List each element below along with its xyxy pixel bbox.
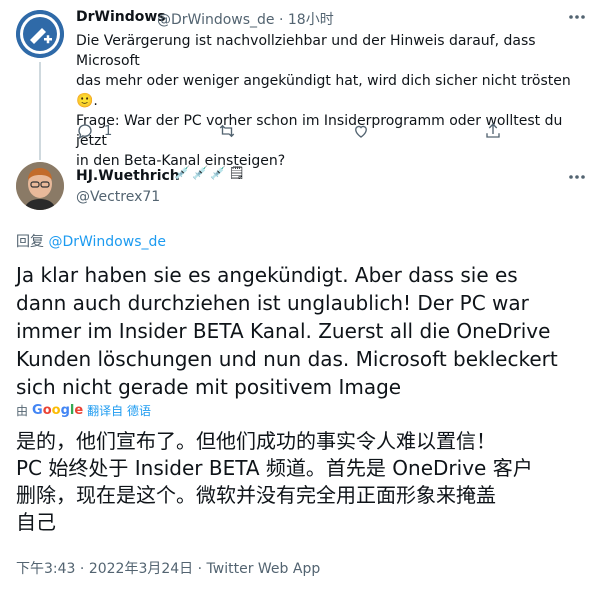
- thread-connector: [39, 62, 41, 160]
- share-icon: [486, 123, 500, 138]
- translate-source-link[interactable]: 翻译自 德语: [87, 402, 151, 419]
- reply-text-line: sich nicht gerade mit positivem Image: [16, 375, 402, 399]
- replying-to-prefix: 回复: [16, 234, 44, 250]
- translated-line: PC 始终处于 Insider BETA 频道。首先是 OneDrive 客户: [16, 456, 533, 480]
- google-logo: Google: [32, 403, 84, 418]
- like-button[interactable]: [352, 122, 370, 140]
- translated-by-prefix: 由: [16, 404, 29, 418]
- tweet-date[interactable]: 2022年3月24日: [89, 561, 193, 577]
- author-name[interactable]: DrWindows: [76, 9, 166, 25]
- separator-dot: ·: [197, 561, 203, 577]
- translated-line: 自己: [16, 510, 56, 534]
- reply-text-line: immer im Insider BETA Kanal. Zuerst all …: [16, 319, 551, 343]
- author-handle-and-time[interactable]: @DrWindows_de · 18小时: [157, 9, 334, 29]
- name-emojis: 💉💉💉🗒: [174, 166, 248, 181]
- tweet-text-line: Frage: War der PC vorher schon im Inside…: [76, 113, 563, 149]
- tweet-metadata: 下午3:43 · 2022年3月24日 · Twitter Web App: [16, 558, 320, 578]
- retweet-button[interactable]: [218, 122, 236, 140]
- retweet-icon: [219, 124, 235, 138]
- avatar-drwindows[interactable]: [16, 10, 64, 58]
- author-handle[interactable]: @DrWindows_de: [157, 12, 275, 28]
- separator-dot: ·: [79, 561, 85, 577]
- translated-text: 是的，他们宣布了。但他们成功的事实令人难以置信！ PC 始终处于 Insider…: [16, 428, 588, 536]
- translation-attribution: 由 Google 翻译自 德语: [16, 402, 151, 419]
- heart-icon: [355, 125, 367, 138]
- tweet-time[interactable]: 18小时: [288, 12, 334, 28]
- tweet-text-line: Die Verärgerung ist nachvollziehbar und …: [76, 33, 536, 69]
- tweet-text: Die Verärgerung ist nachvollziehbar und …: [76, 31, 588, 171]
- separator-dot: ·: [278, 12, 284, 28]
- more-options-icon[interactable]: [566, 6, 588, 28]
- tweet-time[interactable]: 下午3:43: [16, 561, 75, 577]
- reply-icon: [78, 124, 92, 140]
- reply-tweet-text: Ja klar haben sie es angekündigt. Aber d…: [16, 261, 576, 401]
- replying-to: 回复 @DrWindows_de: [16, 231, 166, 251]
- replying-to-link[interactable]: @DrWindows_de: [48, 234, 166, 250]
- translated-line: 是的，他们宣布了。但他们成功的事实令人难以置信！: [16, 429, 496, 453]
- reply-author-name[interactable]: HJ.Wuethrich: [76, 168, 180, 184]
- reply-text-line: dann auch durchziehen ist unglaublich! D…: [16, 291, 529, 315]
- reply-button[interactable]: 1: [76, 122, 112, 140]
- translated-line: 删除，现在是这个。微软并没有完全用正面形象来掩盖: [16, 483, 496, 507]
- reply-author-handle[interactable]: @Vectrex71: [76, 189, 160, 205]
- tweet-text-line: das mehr oder weniger angekündigt hat, w…: [76, 73, 571, 109]
- share-button[interactable]: [484, 122, 502, 140]
- reply-count: 1: [104, 123, 113, 139]
- more-options-icon[interactable]: [566, 166, 588, 188]
- source-app[interactable]: Twitter Web App: [207, 561, 321, 577]
- avatar-hj-wuethrich[interactable]: [16, 162, 64, 210]
- reply-text-line: Kunden löschungen und nun das. Microsoft…: [16, 347, 558, 371]
- reply-text-line: Ja klar haben sie es angekündigt. Aber d…: [16, 263, 518, 287]
